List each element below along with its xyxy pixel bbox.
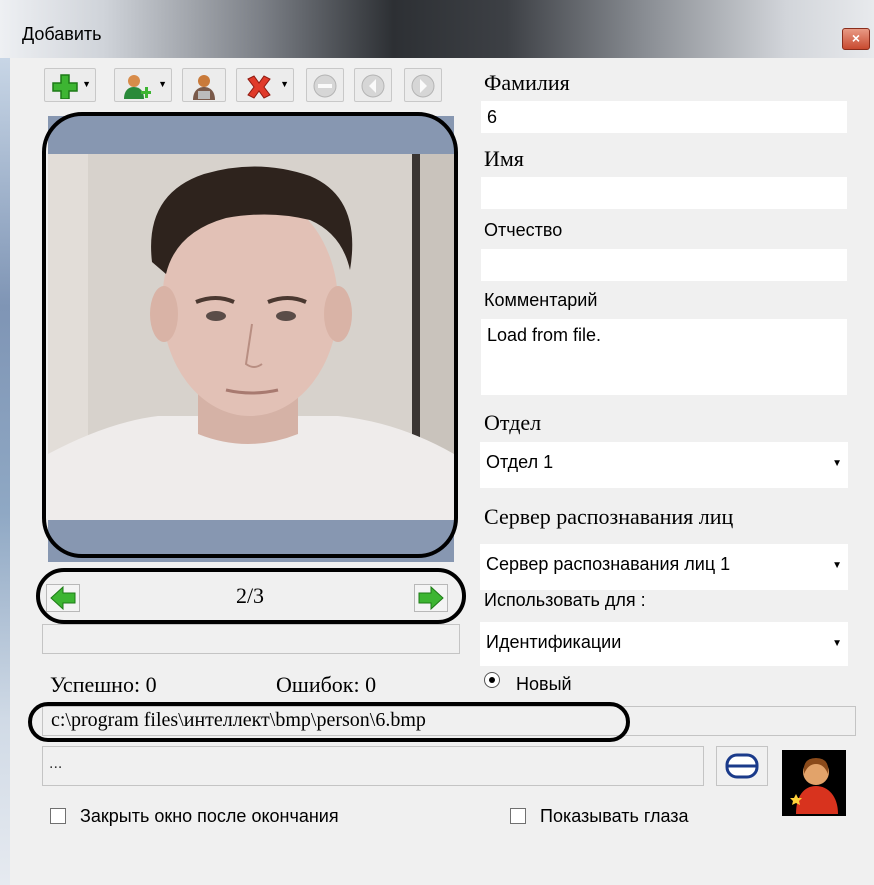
show-eyes-checkbox[interactable] <box>510 808 526 824</box>
department-value: Отдел 1 <box>486 452 554 472</box>
add-dialog-window: Добавить × ▼ ▼ ▼ 2/3 Успешно: 0 Ошибок: … <box>0 0 874 885</box>
scan-button[interactable] <box>716 746 768 786</box>
remove-icon <box>313 74 337 98</box>
close-after-label: Закрыть окно после окончания <box>80 806 339 826</box>
person-card-button[interactable] <box>182 68 226 102</box>
remove-button[interactable] <box>306 68 344 102</box>
path-highlight-frame <box>28 702 630 742</box>
use-for-label: Использовать для : <box>484 590 646 610</box>
server-select[interactable]: Сервер распознавания лиц 1 ▼ <box>480 544 848 590</box>
last-name-label: Фамилия <box>484 70 570 95</box>
add-person-button[interactable]: ▼ <box>114 68 172 102</box>
close-icon: × <box>851 30 861 46</box>
dropdown-arrow-icon: ▼ <box>158 79 167 89</box>
radio-new-label: Новый <box>516 674 572 694</box>
window-title: Добавить <box>22 24 102 44</box>
back-button[interactable] <box>354 68 392 102</box>
delete-button[interactable]: ▼ <box>236 68 294 102</box>
comment-label: Комментарий <box>484 290 598 310</box>
last-name-field[interactable]: 6 <box>480 100 848 134</box>
patronymic-label: Отчество <box>484 220 563 240</box>
error-count: Ошибок: 0 <box>276 672 377 697</box>
dropdown-arrow-icon: ▼ <box>280 79 289 89</box>
comment-field[interactable]: Load from file. <box>480 318 848 396</box>
dropdown-arrow-icon: ▼ <box>82 79 91 89</box>
add-button[interactable]: ▼ <box>44 68 96 102</box>
first-name-field[interactable] <box>480 176 848 210</box>
server-label: Сервер распознавания лиц <box>484 504 734 529</box>
use-for-value: Идентификации <box>486 632 622 652</box>
face-recognition-icon <box>790 758 838 814</box>
server-value: Сервер распознавания лиц 1 <box>486 554 731 574</box>
face-recognition-button[interactable] <box>782 750 846 816</box>
back-icon <box>361 74 385 98</box>
radio-new[interactable] <box>484 672 500 688</box>
add-icon <box>52 74 78 99</box>
department-select[interactable]: Отдел 1 ▼ <box>480 442 848 488</box>
chevron-down-icon: ▼ <box>832 560 842 571</box>
navigator-highlight-frame <box>36 568 466 624</box>
forward-button[interactable] <box>404 68 442 102</box>
close-button[interactable]: × <box>842 28 870 50</box>
use-for-select[interactable]: Идентификации ▼ <box>480 622 848 666</box>
photo-highlight-frame <box>42 112 458 558</box>
close-after-checkbox[interactable] <box>50 808 66 824</box>
background-edge <box>0 58 10 885</box>
add-person-icon <box>124 75 151 99</box>
person-icon <box>193 75 215 100</box>
patronymic-field[interactable] <box>480 248 848 282</box>
title-bar[interactable]: Добавить × <box>0 0 874 58</box>
first-name-label: Имя <box>484 146 524 171</box>
delete-icon <box>247 75 271 99</box>
progress-bar <box>42 624 460 654</box>
show-eyes-label: Показывать глаза <box>540 806 689 826</box>
chevron-down-icon: ▼ <box>832 458 842 469</box>
success-count: Успешно: 0 <box>50 672 157 697</box>
chevron-down-icon: ▼ <box>832 638 842 649</box>
department-label: Отдел <box>484 410 542 435</box>
log-field[interactable]: ... <box>42 746 704 786</box>
forward-icon <box>411 74 435 98</box>
scan-icon <box>725 753 759 779</box>
